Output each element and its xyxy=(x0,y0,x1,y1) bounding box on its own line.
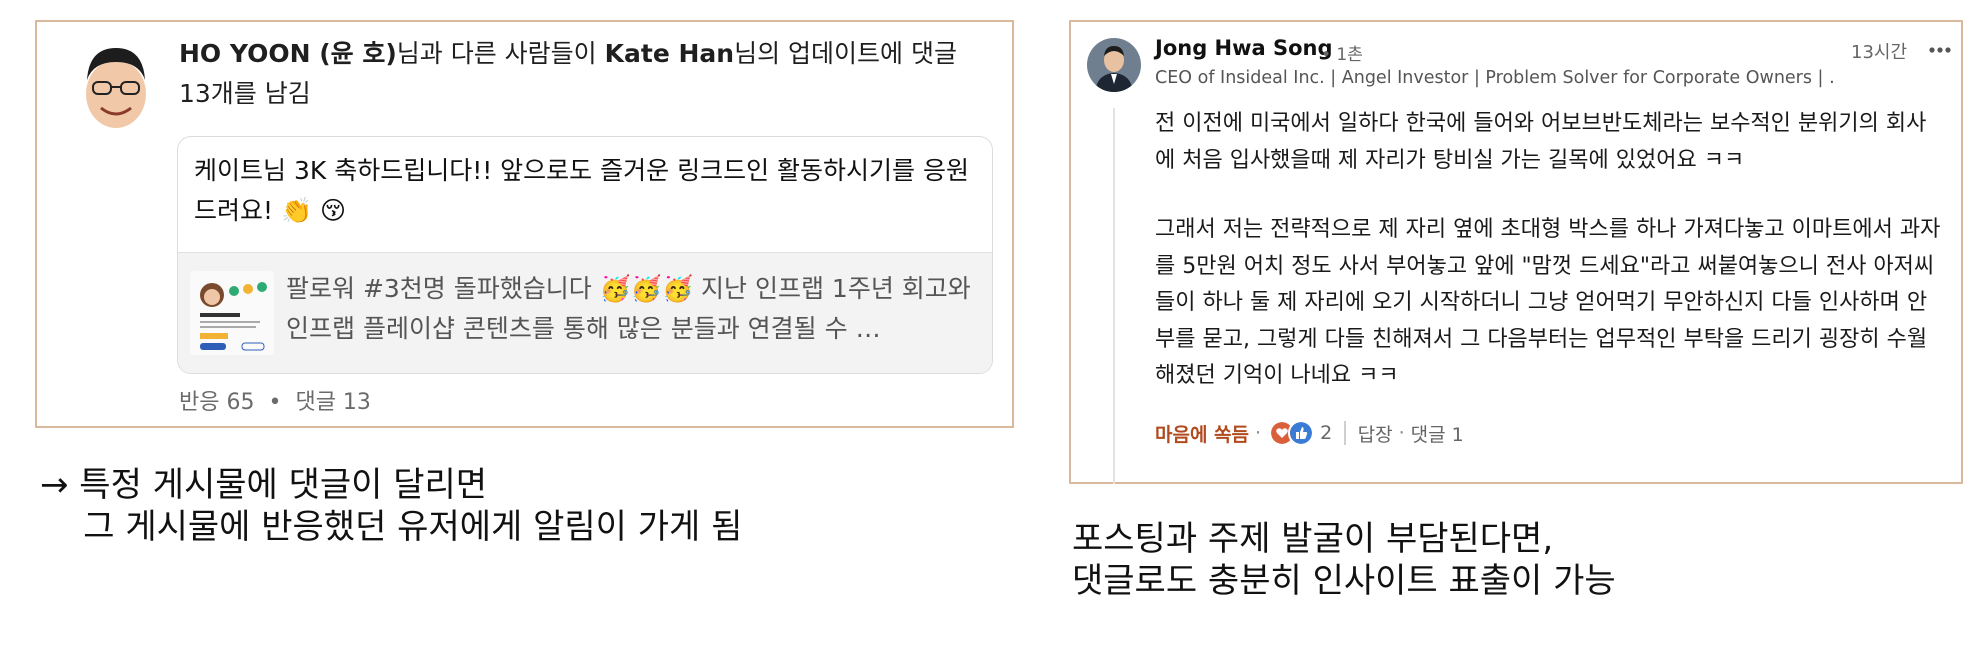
more-options-icon[interactable] xyxy=(1927,40,1953,60)
comments-link[interactable]: 댓글 1 xyxy=(1411,420,1464,447)
separator-dot: · xyxy=(1398,422,1405,444)
post-thumbnail[interactable] xyxy=(190,271,274,355)
avatar[interactable] xyxy=(1087,38,1141,92)
post-preview-text: 팔로워 #3천명 돌파했습니다 🥳🥳🥳 지난 인프랩 1주년 회고와 인프랩 플… xyxy=(286,274,971,343)
stats-separator: • xyxy=(268,390,282,415)
comment-paragraph: 그래서 저는 전략적으로 제 자리 옆에 초대형 박스를 하나 가져다놓고 이마… xyxy=(1155,217,1941,388)
reactions[interactable]: 2 xyxy=(1269,420,1332,446)
comment-action-bar: 마음에 쏙듬 · 2 답장 · 댓글 1 xyxy=(1155,418,1464,448)
like-reaction-icon xyxy=(1288,420,1315,446)
actor-name[interactable]: HO YOON (윤 호) xyxy=(179,39,397,68)
caption-left: → 특정 게시물에 댓글이 달리면 그 게시물에 반응했던 유저에게 알림이 가… xyxy=(40,465,743,547)
like-button[interactable]: 마음에 쏙듬 xyxy=(1155,420,1249,447)
reaction-count: 2 xyxy=(1320,422,1333,444)
comments-count[interactable]: 댓글 13 xyxy=(295,390,370,415)
avatar[interactable] xyxy=(79,40,153,132)
thread-line xyxy=(1113,108,1115,484)
post-preview[interactable]: 팔로워 #3천명 돌파했습니다 🥳🥳🥳 지난 인프랩 1주년 회고와 인프랩 플… xyxy=(178,252,992,373)
comment-box[interactable]: 케이트님 3K 축하드립니다!! 앞으로도 즐거운 링크드인 활동하시기를 응원… xyxy=(177,136,993,374)
reactions-count[interactable]: 반응 65 xyxy=(179,390,254,415)
timestamp: 13시간 xyxy=(1851,42,1908,63)
author-name[interactable]: Jong Hwa Song xyxy=(1155,36,1333,60)
comment-card: Jong Hwa Song • 1촌 13시간 CEO of Insideal … xyxy=(1069,20,1963,484)
divider xyxy=(1344,421,1346,445)
comment-paragraph: 전 이전에 미국에서 일하다 한국에 들어와 어보브반도체라는 보수적인 분위기… xyxy=(1155,111,1927,173)
separator-dot: · xyxy=(1255,422,1262,444)
notification-text-part: 님과 다른 사람들이 xyxy=(396,39,605,68)
notification-card[interactable]: HO YOON (윤 호)님과 다른 사람들이 Kate Han님의 업데이트에… xyxy=(35,20,1014,428)
connection-degree: • 1촌 xyxy=(1321,45,1363,65)
author-headline: CEO of Insideal Inc. | Angel Investor | … xyxy=(1155,68,1835,88)
caption-right: 포스팅과 주제 발굴이 부담된다면, 댓글로도 충분히 인사이트 표출이 가능 xyxy=(1072,519,1616,601)
notification-text[interactable]: HO YOON (윤 호)님과 다른 사람들이 Kate Han님의 업데이트에… xyxy=(179,34,979,114)
target-name[interactable]: Kate Han xyxy=(605,39,734,68)
post-stats: 반응 65 • 댓글 13 xyxy=(179,384,371,416)
comment-text: 케이트님 3K 축하드립니다!! 앞으로도 즐거운 링크드인 활동하시기를 응원… xyxy=(194,156,969,225)
reply-button[interactable]: 답장 xyxy=(1358,420,1393,447)
